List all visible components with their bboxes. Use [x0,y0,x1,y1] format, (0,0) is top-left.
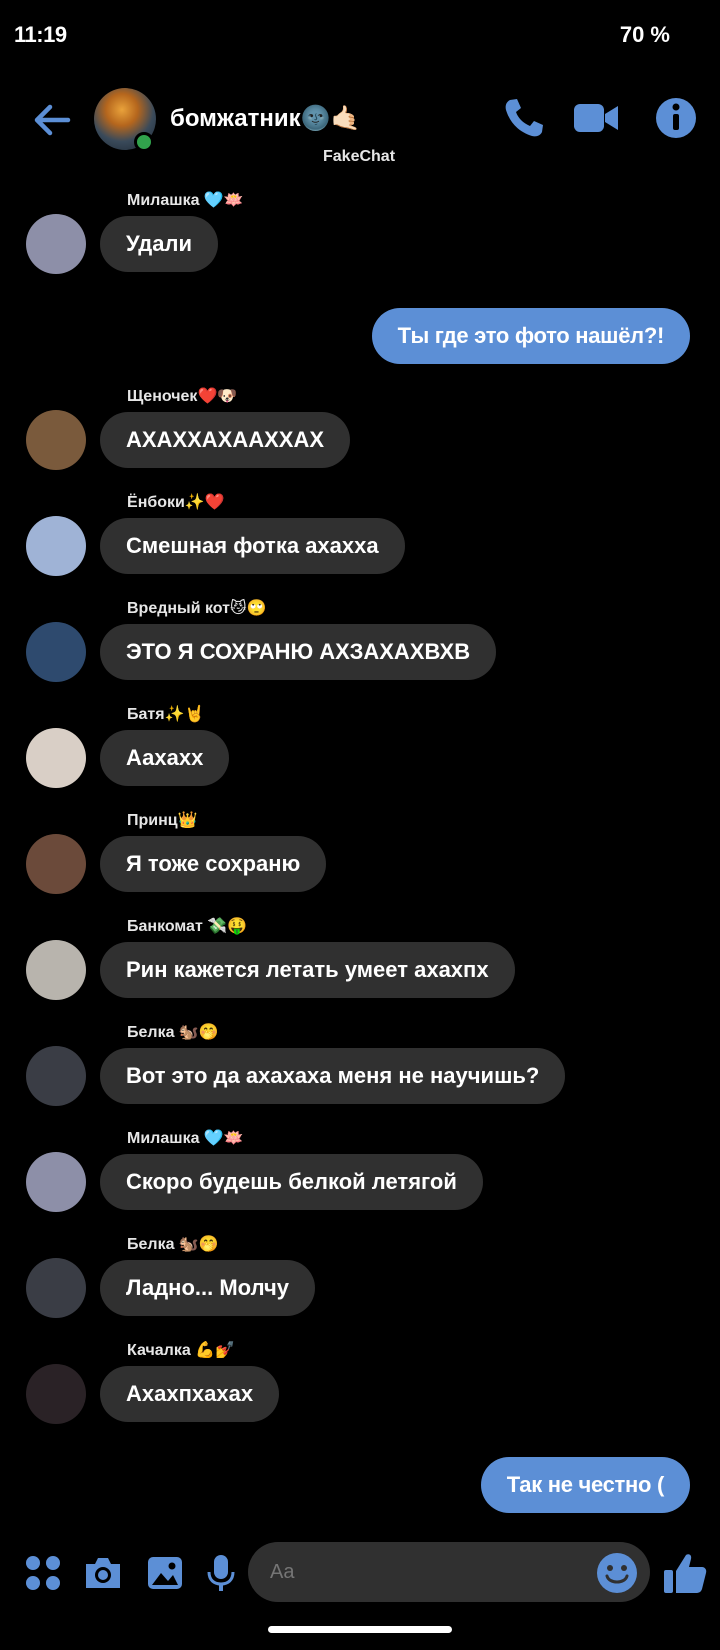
avatar[interactable] [26,214,86,274]
sender-name: Качалка 💪💅 [127,1342,236,1359]
message-bubble[interactable]: Я тоже сохраню [100,836,327,892]
message-input[interactable] [268,1560,572,1585]
avatar[interactable] [26,940,86,1000]
video-camera-icon[interactable] [572,94,620,142]
avatar[interactable] [26,1046,86,1106]
home-indicator[interactable] [268,1626,452,1633]
sender-name: Батя✨🤘 [127,706,205,723]
sender-name: Ёнбоки✨❤️ [127,494,225,511]
phone-icon[interactable] [500,94,548,142]
chat-title[interactable]: бомжатник🌚🤙🏻 [170,104,360,133]
sender-name: Милашка 🩵🪷 [127,1130,244,1147]
microphone-icon[interactable] [200,1552,242,1594]
emoji-icon[interactable] [596,1552,638,1594]
message-bubble[interactable]: Смешная фотка ахахха [100,518,405,574]
apps-icon[interactable] [22,1552,64,1594]
message-bubble[interactable]: Рин кажется летать умеет ахахпх [100,942,515,998]
sender-name: Белка 🐿️🤭 [127,1236,219,1253]
message-composer [0,1538,720,1608]
message-bubble[interactable]: Ахахпхахах [100,1366,280,1422]
watermark: FakeChat [323,148,396,165]
avatar[interactable] [26,1364,86,1424]
sender-name: Щеночек❤️🐶 [127,388,238,405]
sender-name: Белка 🐿️🤭 [127,1024,219,1041]
back-arrow-icon[interactable] [30,98,74,142]
message-bubble[interactable]: Ладно... Молчу [100,1260,316,1316]
chat-header: бомжатник🌚🤙🏻 FakeChat [0,84,720,170]
status-time: 11:19 [14,22,67,47]
sender-name: Милашка 🩵🪷 [127,192,244,209]
message-bubble[interactable]: Аахахх [100,730,230,786]
online-indicator [134,132,154,152]
thumbs-up-icon[interactable] [662,1550,708,1596]
status-bar: 11:19 70 % [0,0,720,72]
message-bubble[interactable]: Скоро будешь белкой летягой [100,1154,483,1210]
avatar[interactable] [26,410,86,470]
camera-icon[interactable] [82,1552,124,1594]
avatar[interactable] [26,834,86,894]
sender-name: Банкомат 💸🤑 [127,918,248,935]
info-icon[interactable] [652,94,700,142]
gallery-icon[interactable] [144,1552,186,1594]
sender-name: Вредный кот😼🙄 [127,600,267,617]
message-bubble-outgoing[interactable]: Ты где это фото нашёл?! [371,308,690,364]
battery-level: 70 % [619,22,670,47]
message-input-container[interactable] [248,1542,650,1602]
avatar[interactable] [26,1152,86,1212]
avatar[interactable] [26,1258,86,1318]
avatar[interactable] [26,728,86,788]
sender-name: Принц👑 [127,812,198,829]
message-bubble-outgoing[interactable]: Так не честно ( [480,1457,690,1513]
message-bubble[interactable]: Вот это да ахахаха меня не научишь? [100,1048,566,1104]
message-bubble[interactable]: АХАХХАХААХХАХ [100,412,351,468]
message-bubble[interactable]: ЭТО Я СОХРАНЮ АХЗАХАХВХВ [100,624,497,680]
avatar[interactable] [26,516,86,576]
avatar[interactable] [26,622,86,682]
message-bubble[interactable]: Удали [100,216,218,272]
